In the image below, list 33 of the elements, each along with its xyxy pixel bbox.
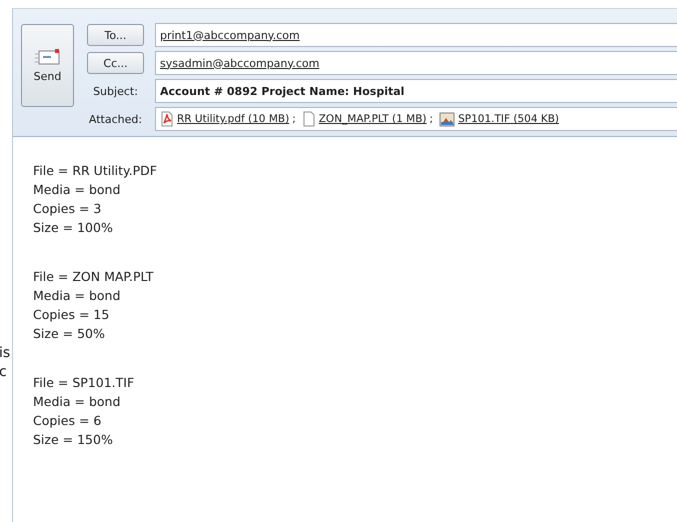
attachment-link[interactable]: RR Utility.pdf (10 MB) — [177, 113, 290, 125]
pdf-icon — [160, 111, 174, 127]
body-line: File = ZON MAP.PLT — [33, 269, 154, 284]
separator-text: ; — [430, 113, 434, 125]
body-line: File = RR Utility.PDF — [33, 163, 158, 178]
attachment-link[interactable]: SP101.TIF (504 KB) — [458, 113, 560, 125]
email-address[interactable]: sysadmin@abccompany.com — [160, 56, 320, 70]
address-field[interactable]: sysadmin@abccompany.com — [155, 51, 677, 75]
body-line: Media = bond — [33, 182, 122, 197]
body-line: Copies = 3 — [33, 201, 102, 216]
image-icon — [439, 112, 456, 126]
send-button[interactable]: Send — [21, 24, 74, 107]
document-icon — [302, 111, 316, 127]
attached-label: Attached: — [88, 112, 144, 126]
body-line: Copies = 6 — [33, 413, 102, 428]
attachment-link[interactable]: ZON_MAP.PLT (1 MB) — [318, 113, 427, 125]
body-line: Media = bond — [33, 288, 122, 303]
body-line: File = SP101.TIF — [33, 375, 136, 390]
body-line: Copies = 15 — [33, 307, 110, 322]
address-button[interactable]: Cc... — [87, 52, 144, 74]
email-address[interactable]: print1@abccompany.com — [160, 28, 300, 42]
body-line: Size = 50% — [33, 326, 106, 341]
address-button[interactable]: To... — [87, 24, 144, 46]
envelope-icon — [34, 48, 60, 66]
subject-label: Subject: — [92, 84, 139, 98]
background-text: c — [0, 364, 8, 380]
body-line: Size = 100% — [33, 220, 114, 235]
subject-field[interactable]: Account # 0892 Project Name: Hospital — [155, 79, 677, 103]
separator-text: ; — [292, 113, 296, 125]
address-field[interactable]: print1@abccompany.com — [155, 23, 677, 47]
background-text: is — [0, 345, 12, 361]
body-line: Media = bond — [33, 394, 122, 409]
body-line: Size = 150% — [33, 432, 114, 447]
